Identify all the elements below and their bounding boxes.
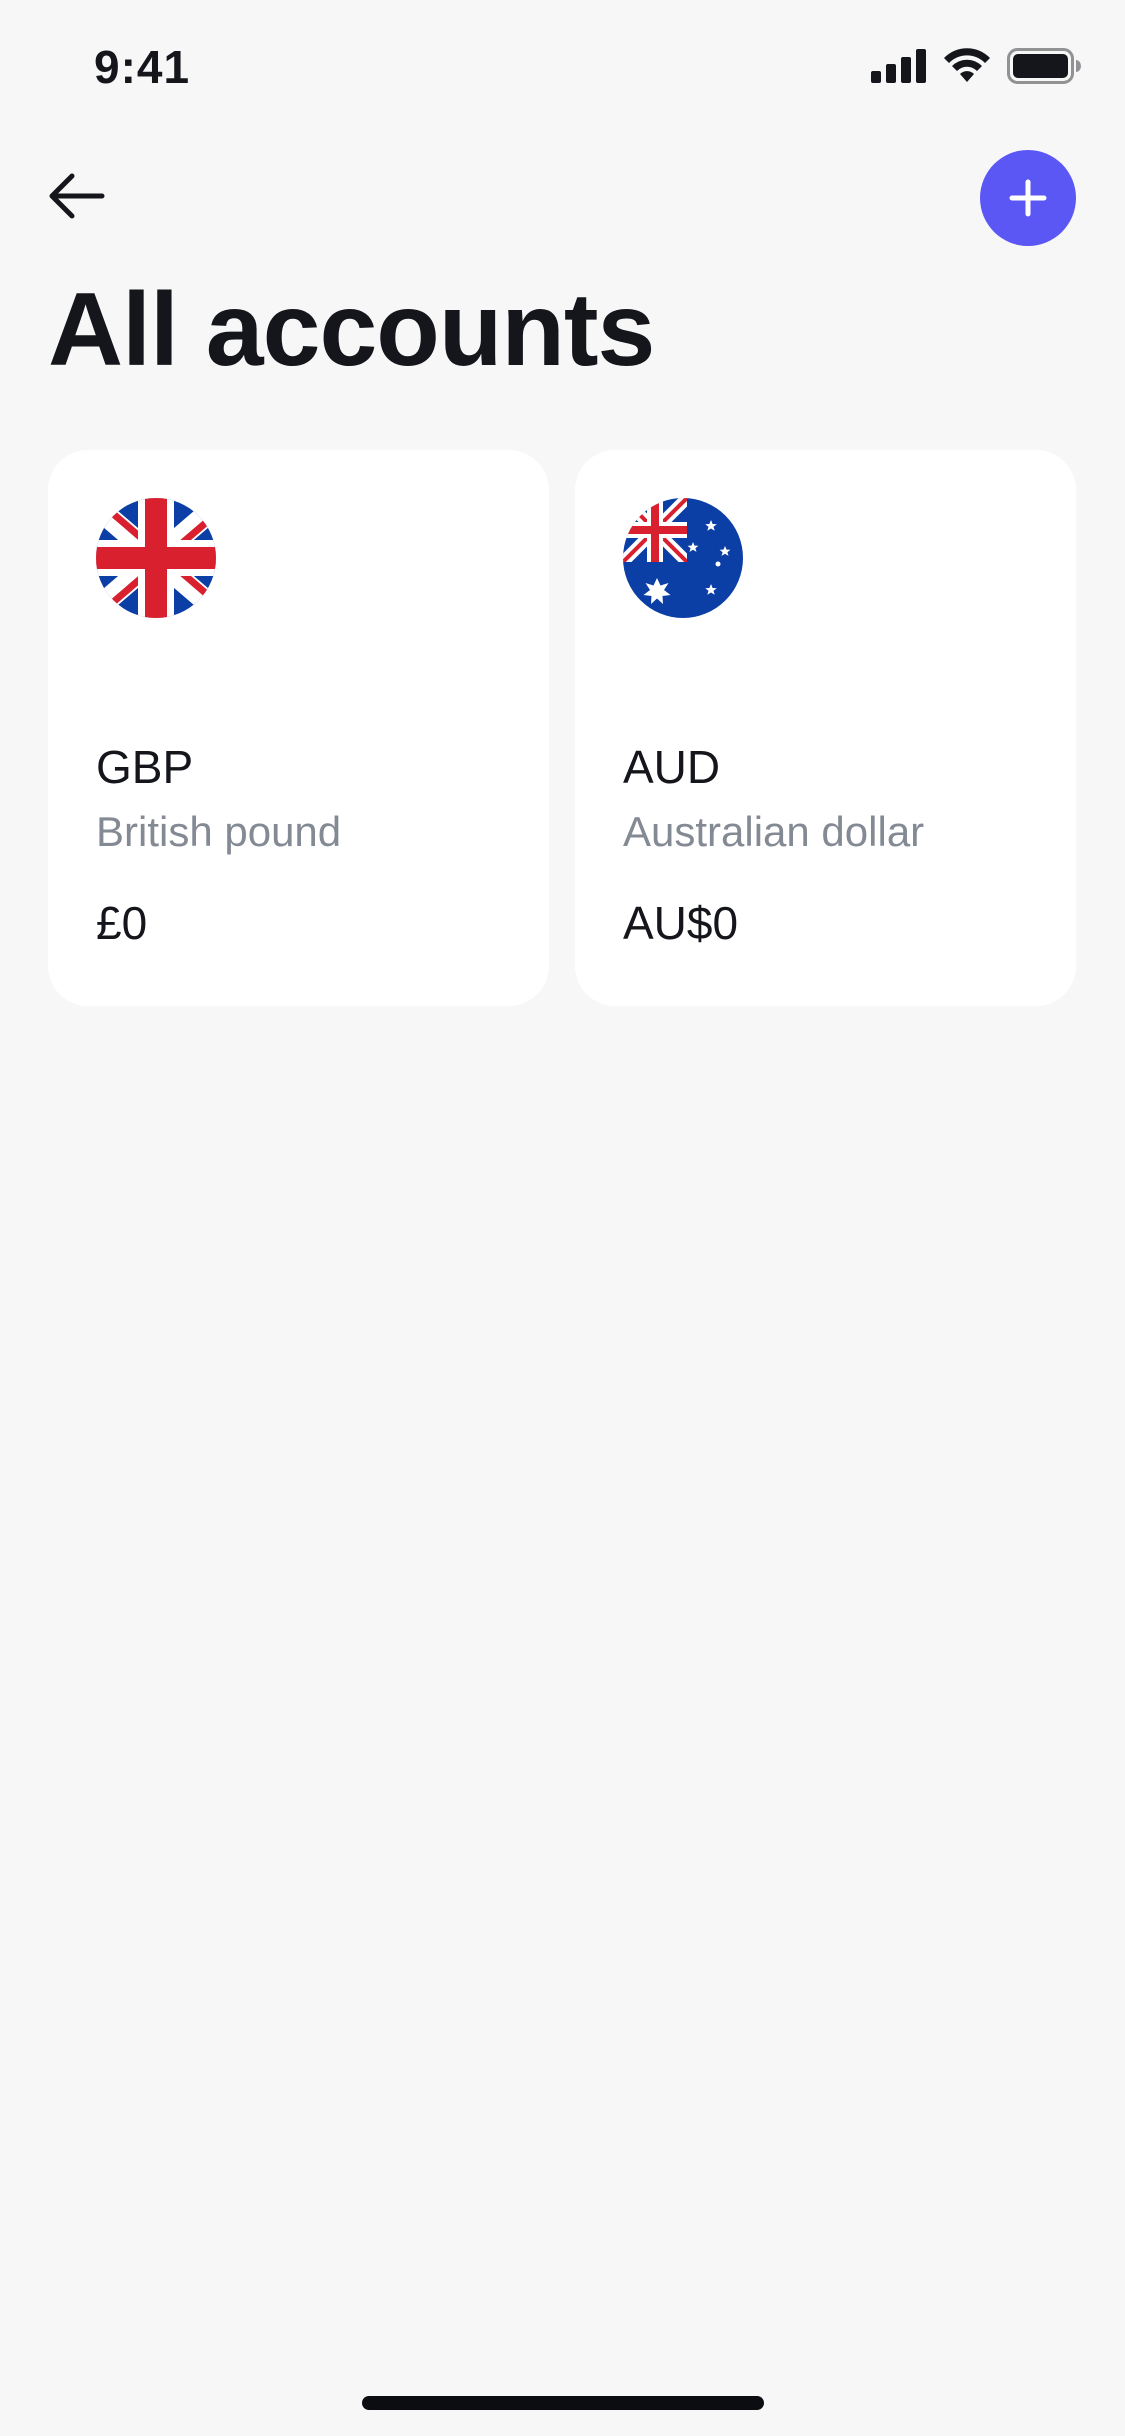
currency-code: GBP [96,741,194,793]
page-title: All accounts [48,272,655,388]
account-card-aud[interactable]: AUD Australian dollar AU$0 [575,450,1076,1006]
battery-icon [1007,48,1081,84]
australia-flag-icon [623,498,743,618]
status-icons [871,48,1081,84]
account-card-gbp[interactable]: GBP British pound £0 [48,450,549,1006]
plus-icon [1009,179,1047,217]
account-balance: £0 [96,897,148,949]
cellular-signal-icon [871,49,926,83]
home-indicator[interactable] [362,2396,764,2410]
account-cards: GBP British pound £0 AUD Australian doll… [48,450,1076,1006]
add-account-button[interactable] [980,150,1076,246]
currency-code: AUD [623,741,721,793]
uk-flag-icon [96,498,216,618]
arrow-left-icon [49,173,105,219]
wifi-icon [944,48,990,82]
account-balance: AU$0 [623,897,739,949]
back-button[interactable] [40,160,112,232]
status-time: 9:41 [94,41,191,93]
currency-name: Australian dollar [623,808,925,855]
status-bar: 9:41 [0,0,1125,140]
currency-name: British pound [96,808,342,855]
